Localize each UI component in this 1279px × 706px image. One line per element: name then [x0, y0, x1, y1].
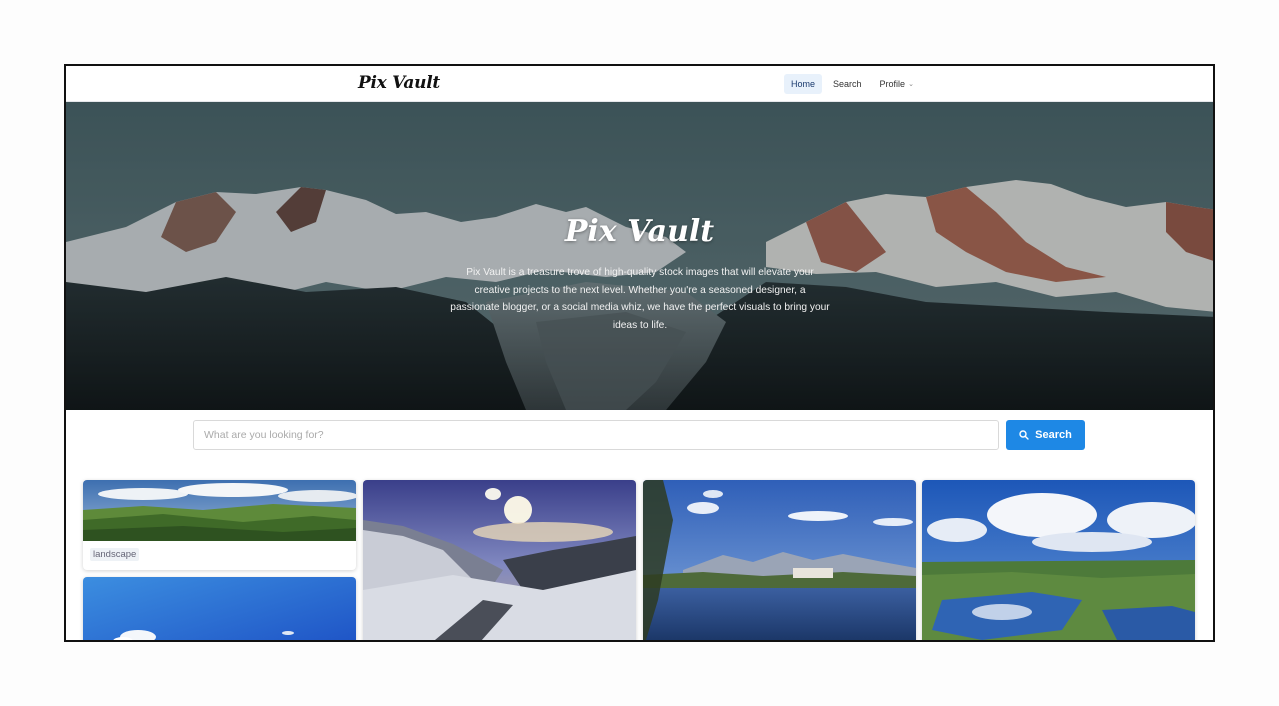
nav-profile-label: Profile	[879, 79, 906, 89]
green-hills-image	[83, 480, 356, 541]
gallery-card[interactable]	[363, 480, 636, 640]
nav-home-label: Home	[791, 79, 816, 89]
hero-title: Pix Vault	[564, 214, 715, 249]
blue-sky-image	[83, 577, 356, 640]
search-input[interactable]	[193, 420, 999, 450]
nav-search[interactable]: Search	[826, 74, 869, 94]
page-background: Pix Vault Home Search Profile ⌄ Pix Vaul…	[0, 0, 1279, 706]
hero-banner: Pix Vault Pix Vault is a treasure trove …	[66, 102, 1213, 410]
search-bar: Search	[193, 420, 1086, 450]
top-navbar: Pix Vault Home Search Profile ⌄	[66, 66, 1213, 102]
gallery-card[interactable]	[83, 577, 356, 640]
snowy-valley-image	[363, 480, 636, 640]
chevron-down-icon: ⌄	[908, 81, 914, 88]
search-icon	[1019, 430, 1029, 440]
gallery-card[interactable]	[922, 480, 1195, 640]
search-button-label: Search	[1035, 429, 1072, 441]
category-tag[interactable]: landscape	[90, 548, 140, 561]
mountain-lake-village-image	[643, 480, 916, 640]
gallery-card[interactable]	[643, 480, 916, 640]
nav-profile[interactable]: Profile ⌄	[873, 74, 921, 94]
gallery-card[interactable]: landscape	[83, 480, 356, 570]
search-button[interactable]: Search	[1006, 420, 1085, 450]
mountain-hero-image	[66, 102, 1213, 410]
main-nav: Home Search Profile ⌄	[784, 74, 921, 94]
browser-viewport: Pix Vault Home Search Profile ⌄ Pix Vaul…	[64, 64, 1215, 642]
cloud-reflection-marsh-image	[922, 480, 1195, 640]
brand-logo[interactable]: Pix Vault	[358, 73, 440, 93]
nav-home[interactable]: Home	[784, 74, 823, 94]
nav-search-label: Search	[833, 79, 862, 89]
hero-description: Pix Vault is a treasure trove of high-qu…	[450, 267, 830, 331]
